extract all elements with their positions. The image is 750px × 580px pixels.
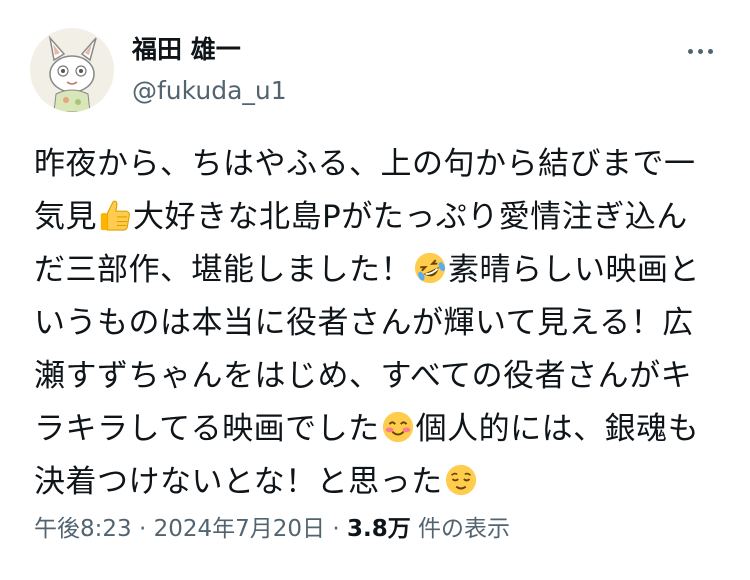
tweet-text-line: ラキラしてる映画でした 個人的には、銀魂も: [34, 403, 724, 456]
tweet-text-line: 昨夜から、ちはやふる、上の句から結びまで一: [34, 138, 724, 191]
tweet-text-segment: 決着つけないとな！と思った: [34, 464, 443, 500]
tweet-text-line: いうものは本当に役者さんが輝いて見える！広: [34, 297, 724, 350]
more-options-button[interactable]: [680, 36, 720, 66]
avatar-image: [30, 28, 114, 112]
tweet-text-segment: だ三部作、堪能しました！: [34, 252, 412, 288]
more-dot-icon: [687, 48, 693, 54]
tweet-header: 福田 雄一 @fukuda_u1: [30, 28, 720, 118]
relieved-face-emoji: [444, 461, 478, 496]
tweet-text-line: だ三部作、堪能しました！ 素晴らしい映画と: [34, 244, 724, 297]
tweet-text-segment: 個人的には、銀魂も: [415, 411, 700, 447]
user-handle[interactable]: @fukuda_u1: [132, 74, 287, 108]
display-name[interactable]: 福田 雄一: [132, 34, 287, 66]
tweet-text-line: 気見 大好きな北島Pがたっぷり愛情注ぎ込ん: [34, 191, 724, 244]
tweet-text-segment: 大好きな北島Pがたっぷり愛情注ぎ込ん: [133, 199, 688, 235]
tweet-time[interactable]: 午後8:23: [34, 516, 132, 542]
author-names: 福田 雄一 @fukuda_u1: [132, 34, 287, 108]
tweet-text-segment: ラキラしてる映画でした: [34, 411, 380, 447]
smiling-blush-emoji: [381, 408, 415, 443]
tweet-date[interactable]: 2024年7月20日: [154, 516, 325, 542]
tweet-text-segment: いうものは本当に役者さんが輝いて見える！広: [34, 305, 694, 341]
more-dot-icon: [697, 48, 703, 54]
thumbs-up-emoji: [98, 196, 132, 231]
avatar[interactable]: [30, 28, 114, 112]
tweet-text: 昨夜から、ちはやふる、上の句から結びまで一 気見 大好きな北島Pがたっぷり愛情注ぎ込…: [34, 138, 724, 509]
view-count: 3.8万: [346, 516, 411, 542]
tweet-text-line: 瀬すずちゃんをはじめ、すべての役者さんがキ: [34, 350, 724, 403]
tweet-text-segment: 瀬すずちゃんをはじめ、すべての役者さんがキ: [34, 358, 693, 394]
view-count-label: 件の表示: [410, 516, 511, 542]
tweet-meta: 午後8:23 · 2024年7月20日 · 3.8万 件の表示: [34, 512, 510, 546]
meta-separator: ·: [325, 516, 347, 542]
tweet-text-line: 決着つけないとな！と思った: [34, 456, 724, 509]
rolling-laughing-emoji: [413, 249, 447, 284]
more-dot-icon: [707, 48, 713, 54]
meta-separator: ·: [131, 516, 154, 542]
tweet-card: 福田 雄一 @fukuda_u1 昨夜から、ちはやふる、上の句から結びまで一 気見…: [0, 0, 750, 580]
tweet-text-segment: 昨夜から、ちはやふる、上の句から結びまで一: [34, 146, 696, 182]
tweet-text-segment: 素晴らしい映画と: [448, 252, 700, 288]
tweet-text-segment: 気見: [34, 199, 97, 235]
